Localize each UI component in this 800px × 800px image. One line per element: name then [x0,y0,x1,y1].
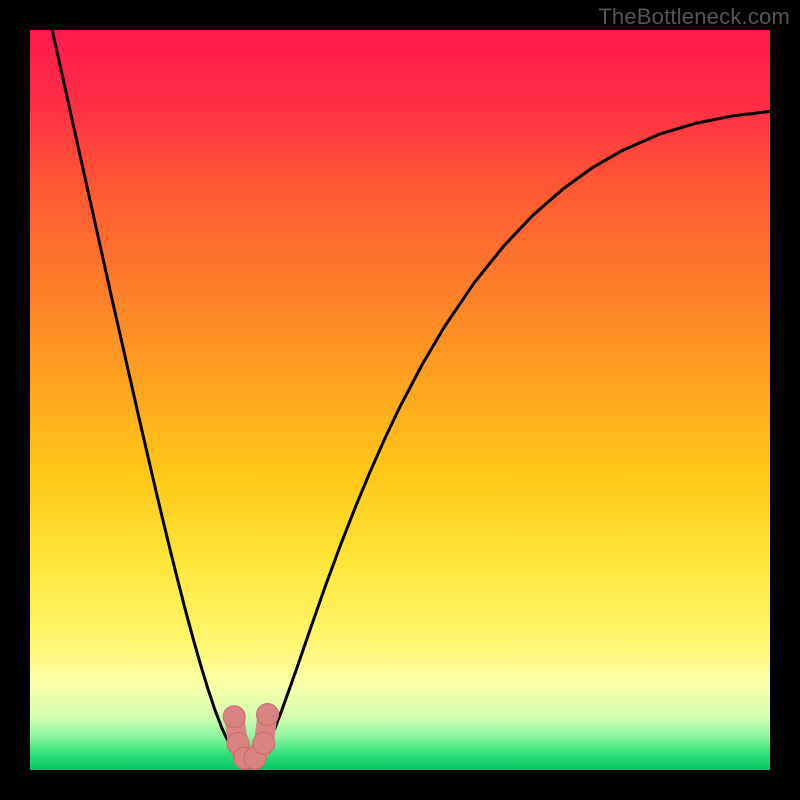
watermark-text: TheBottleneck.com [598,4,790,30]
marker-dot [223,706,245,728]
marker-dot [257,704,279,726]
marker-dot [253,732,275,754]
chart-frame: { "watermark": "TheBottleneck.com", "col… [0,0,800,800]
gradient-background [30,30,770,770]
bottleneck-chart [0,0,800,800]
